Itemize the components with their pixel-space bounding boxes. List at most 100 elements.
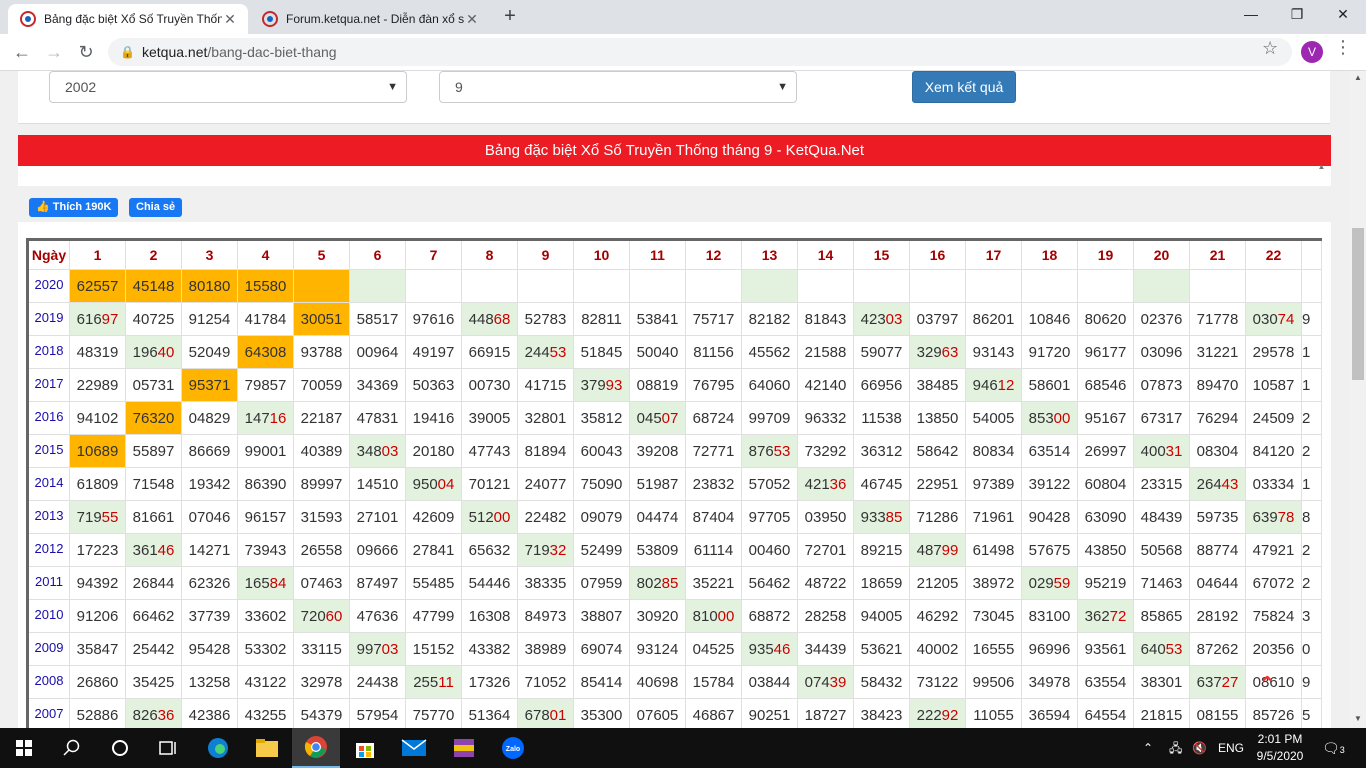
result-cell: 07439 (797, 665, 854, 699)
result-cell: 59077 (853, 335, 910, 369)
cortana-icon[interactable] (96, 728, 144, 768)
result-head-digits: 391 (1028, 475, 1054, 493)
reload-icon[interactable]: ↻ (72, 38, 100, 66)
new-tab-icon[interactable]: + (498, 5, 522, 29)
page-scrollbar[interactable]: ▲ ▼ (1350, 71, 1366, 728)
tab-forum[interactable]: Forum.ketqua.net - Diễn đàn xổ số ✕ (250, 4, 490, 34)
scrollbar-thumb[interactable] (1352, 228, 1364, 380)
tray-chevron-up-icon[interactable]: ⌃ (1143, 728, 1153, 768)
facebook-share-button[interactable]: Chia sẻ (129, 198, 183, 217)
scroll-down-arrow-icon[interactable]: ▼ (1350, 714, 1366, 723)
result-tail-digits: 11 (606, 310, 622, 328)
result-cell: 14716 (237, 401, 294, 435)
tab-close-icon[interactable]: ✕ (222, 11, 238, 28)
winrar-icon[interactable] (440, 728, 488, 768)
year-link[interactable]: 2015 (27, 434, 70, 468)
network-icon[interactable]: 🖧 (1169, 728, 1182, 768)
result-head-digits: 151 (412, 640, 438, 658)
profile-avatar[interactable]: V (1301, 41, 1323, 63)
year-link[interactable]: 2012 (27, 533, 70, 567)
menu-kebab-icon[interactable]: ⋮ (1334, 37, 1352, 58)
year-link[interactable]: 2008 (27, 665, 70, 699)
result-cell: 93561 (1077, 632, 1134, 666)
scroll-up-arrow-icon[interactable]: ▲ (1350, 73, 1366, 82)
mail-icon[interactable] (390, 728, 438, 768)
table-scrollbar[interactable]: ▲ (1313, 162, 1330, 662)
year-select[interactable]: 2002 ▼ (49, 71, 407, 103)
year-link[interactable]: 2009 (27, 632, 70, 666)
year-link[interactable]: 2016 (27, 401, 70, 435)
thumbs-up-icon: 👍 (36, 201, 50, 213)
year-link[interactable]: 2019 (27, 302, 70, 336)
result-tail-digits: 92 (941, 706, 959, 724)
result-tail-digits: 51 (941, 475, 959, 493)
result-cell: 02959 (1021, 566, 1078, 600)
result-cell: 48722 (797, 566, 854, 600)
result-head-digits: 278 (412, 541, 438, 559)
result-cell: 22292 (909, 698, 966, 728)
forward-arrow-icon[interactable]: → (40, 38, 68, 66)
tab-ketqua[interactable]: Bảng đặc biệt Xổ Số Truyền Thống ✕ (8, 4, 248, 34)
task-view-icon[interactable] (144, 728, 192, 768)
volume-muted-icon[interactable]: 🔇 (1192, 728, 1207, 768)
back-arrow-icon[interactable]: ← (8, 38, 36, 66)
maximize-icon[interactable]: ❐ (1274, 0, 1320, 30)
window-close-icon[interactable]: ✕ (1320, 0, 1366, 30)
result-head-digits: 329 (916, 343, 942, 361)
month-select[interactable]: 9 ▼ (439, 71, 797, 103)
result-cell: 35425 (125, 665, 182, 699)
facebook-like-button[interactable]: 👍 Thích 190K (29, 198, 119, 217)
year-link[interactable]: 2017 (27, 368, 70, 402)
result-head-digits: 142 (188, 541, 214, 559)
result-tail-digits: 42 (941, 442, 959, 460)
tab-close-icon[interactable]: ✕ (464, 11, 480, 28)
year-link[interactable]: 2010 (27, 599, 70, 633)
address-bar[interactable]: 🔒 ketqua.net/bang-dac-biet-thang (108, 38, 1292, 66)
file-explorer-icon[interactable] (243, 728, 291, 768)
result-tail-digits: 83 (549, 310, 567, 328)
result-cell: 94392 (69, 566, 126, 600)
edge-browser-icon[interactable] (194, 728, 242, 768)
result-head-digits: 732 (804, 442, 830, 460)
result-head-digits: 808 (972, 442, 998, 460)
result-cell: 96177 (1077, 335, 1134, 369)
result-tail-digits: 58 (325, 541, 343, 559)
result-tail-digits: 63 (437, 376, 455, 394)
scroll-up-arrow-icon[interactable]: ▲ (1313, 162, 1330, 171)
result-tail-digits: 71 (717, 442, 735, 460)
zalo-icon[interactable]: Zalo (489, 728, 537, 768)
result-head-digits: 106 (76, 442, 102, 460)
result-cell: 56462 (741, 566, 798, 600)
taskbar-clock[interactable]: 2:01 PM 9/5/2020 (1250, 731, 1310, 765)
view-results-button[interactable]: Xem kết quả (912, 71, 1016, 103)
year-link[interactable]: 2014 (27, 467, 70, 501)
store-icon[interactable] (341, 728, 389, 768)
chrome-icon[interactable] (292, 728, 340, 768)
result-head-digits: 487 (916, 541, 942, 559)
year-link[interactable]: 2011 (27, 566, 70, 600)
year-link[interactable]: 2013 (27, 500, 70, 534)
result-cell: 57675 (1021, 533, 1078, 567)
year-link[interactable]: 2020 (27, 269, 70, 303)
search-icon[interactable] (48, 728, 96, 768)
result-tail-digits: 97 (101, 310, 119, 328)
action-center-icon[interactable]: 🗨3 (1322, 728, 1345, 768)
result-head-digits: 821 (748, 310, 774, 328)
result-head-digits: 597 (1196, 508, 1222, 526)
windows-start-icon[interactable] (0, 728, 48, 768)
input-language[interactable]: ENG (1218, 728, 1244, 768)
result-tail-digits: 05 (493, 409, 511, 427)
bookmark-star-icon[interactable]: ☆ (1262, 38, 1278, 59)
result-head-digits: 954 (188, 640, 214, 658)
result-cell (349, 269, 406, 303)
year-link[interactable]: 2018 (27, 335, 70, 369)
close-chevron-icon[interactable]: ⌃ (1258, 672, 1276, 698)
result-tail-digits: 21 (717, 574, 735, 592)
result-head-digits: 400 (1140, 442, 1166, 460)
url-host: ketqua.net (142, 44, 208, 60)
result-cell: 86390 (237, 467, 294, 501)
minimize-icon[interactable]: — (1228, 0, 1274, 30)
result-head-digits: 997 (748, 409, 774, 427)
result-tail-digits: 23 (885, 706, 903, 724)
year-link[interactable]: 2007 (27, 698, 70, 728)
